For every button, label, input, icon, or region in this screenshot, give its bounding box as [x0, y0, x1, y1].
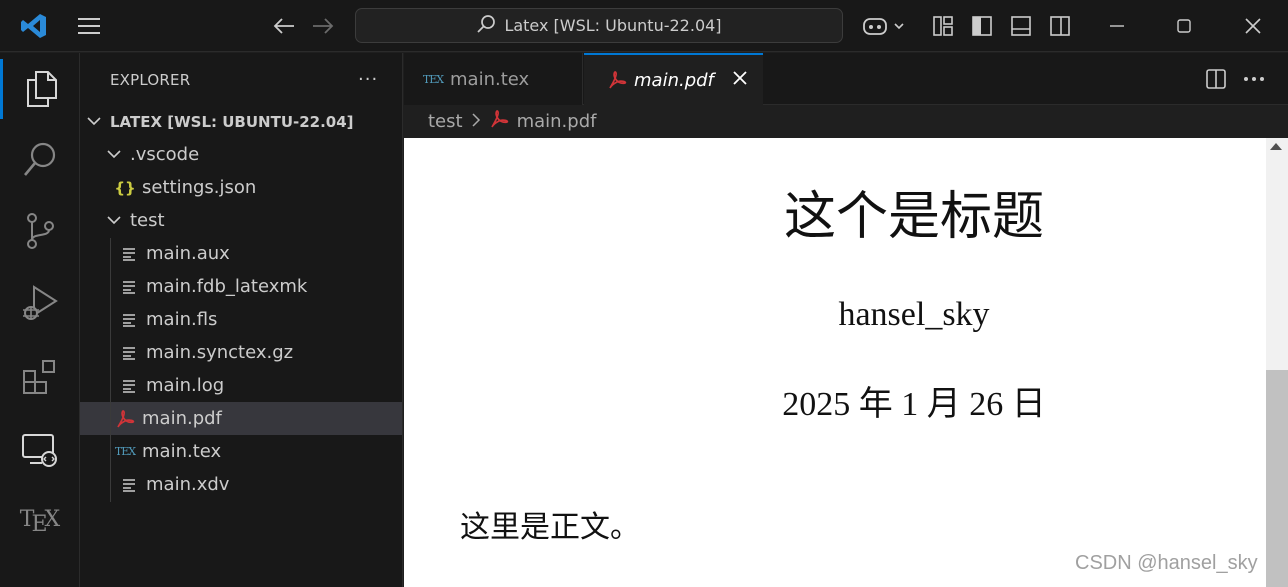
menu-icon[interactable] — [77, 14, 101, 38]
tree-file-main-log[interactable]: main.log — [80, 369, 402, 402]
tree-item-label: main.synctex.gz — [146, 342, 294, 363]
tree-folder-vscode[interactable]: .vscode — [80, 138, 402, 171]
tree-folder-test[interactable]: test — [80, 204, 402, 237]
pdf-viewer[interactable]: 这个是标题 hansel_sky 2025 年 1 月 26 日 这里是正文。 — [404, 138, 1266, 587]
title-bar: Latex [WSL: Ubuntu-22.04] — [0, 0, 1288, 52]
tree-item-label: settings.json — [142, 177, 257, 198]
explorer-icon[interactable] — [0, 59, 80, 119]
tree-item-label: .vscode — [130, 144, 200, 165]
text-file-icon — [118, 309, 140, 331]
pdf-file-icon — [606, 69, 628, 91]
pdf-file-icon — [489, 110, 509, 133]
pdf-author: hansel_sky — [838, 296, 990, 333]
tree-file-main-xdv[interactable]: main.xdv — [80, 468, 402, 501]
scroll-up-arrow-icon[interactable] — [1270, 143, 1282, 150]
tree-file-main-pdf[interactable]: main.pdf — [80, 402, 402, 435]
tree-item-label: main.aux — [146, 243, 230, 264]
tex-file-icon: TEX — [422, 72, 444, 86]
tree-item-label: main.fdb_latexmk — [146, 276, 308, 297]
tree-item-label: test — [130, 210, 165, 231]
explorer-sidebar: EXPLORER ··· LATEX [WSL: UBUNTU-22.04] .… — [80, 53, 403, 587]
close-tab-icon[interactable] — [732, 70, 748, 91]
pdf-scrollbar-thumb[interactable] — [1266, 370, 1288, 587]
tree-file-main-fls[interactable]: main.fls — [80, 303, 402, 336]
source-control-icon[interactable] — [0, 201, 80, 261]
pdf-title: 这个是标题 — [783, 187, 1044, 247]
editor-tabs-bar: TEX main.tex main.pdf — [404, 53, 1288, 105]
tree-item-label: main.pdf — [142, 408, 222, 429]
workspace-root-folder[interactable]: LATEX [WSL: UBUNTU-22.04] — [80, 105, 402, 138]
text-file-icon — [118, 375, 140, 397]
json-file-icon: {} — [114, 178, 136, 197]
breadcrumb-folder[interactable]: test — [428, 111, 463, 132]
chevron-down-icon — [106, 213, 122, 229]
chevron-down-icon — [106, 147, 122, 163]
explorer-more-actions-icon[interactable]: ··· — [358, 69, 378, 90]
watermark: CSDN @hansel_sky — [1075, 552, 1258, 574]
extensions-icon[interactable] — [0, 347, 80, 407]
search-activity-icon[interactable] — [0, 129, 80, 189]
text-file-icon — [118, 276, 140, 298]
close-window-icon[interactable] — [1239, 12, 1267, 40]
tree-file-main-fdb-latexmk[interactable]: main.fdb_latexmk — [80, 270, 402, 303]
tab-main-tex[interactable]: TEX main.tex — [404, 53, 583, 105]
tab-label: main.pdf — [634, 69, 714, 91]
run-and-debug-icon[interactable] — [0, 273, 80, 333]
search-icon — [476, 14, 496, 38]
copilot-icon[interactable] — [862, 14, 908, 38]
breadcrumb-file[interactable]: main.pdf — [517, 111, 597, 132]
tree-item-label: main.xdv — [146, 474, 230, 495]
split-editor-icon[interactable] — [1204, 67, 1228, 91]
tree-item-label: main.tex — [142, 441, 222, 462]
chevron-right-icon — [471, 111, 481, 132]
tree-file-main-aux[interactable]: main.aux — [80, 237, 402, 270]
tab-main-pdf[interactable]: main.pdf — [584, 53, 763, 105]
layout-customize-icon[interactable] — [931, 14, 955, 38]
activity-bar: TEX — [0, 53, 80, 587]
tex-activity-icon[interactable]: TEX — [0, 489, 80, 549]
tree-file-main-tex[interactable]: TEX main.tex — [80, 435, 402, 468]
toggle-primary-sidebar-icon[interactable] — [970, 14, 994, 38]
explorer-header: EXPLORER — [110, 71, 191, 89]
tree-file-main-synctex-gz[interactable]: main.synctex.gz — [80, 336, 402, 369]
more-actions-icon[interactable] — [1242, 67, 1266, 91]
pdf-body-text: 这里是正文。 — [460, 510, 640, 545]
maximize-icon[interactable] — [1170, 12, 1198, 40]
text-file-icon — [118, 243, 140, 265]
toggle-secondary-sidebar-icon[interactable] — [1048, 14, 1072, 38]
search-text: Latex [WSL: Ubuntu-22.04] — [504, 16, 722, 35]
tab-label: main.tex — [450, 68, 530, 90]
vscode-logo-icon — [20, 12, 48, 40]
pdf-file-icon — [114, 408, 136, 430]
remote-explorer-icon[interactable] — [0, 421, 80, 481]
toggle-panel-icon[interactable] — [1009, 14, 1033, 38]
text-file-icon — [118, 342, 140, 364]
command-center-search[interactable]: Latex [WSL: Ubuntu-22.04] — [355, 8, 843, 43]
chevron-down-icon — [86, 114, 102, 130]
workspace-root-label: LATEX [WSL: UBUNTU-22.04] — [110, 112, 354, 131]
tree-indent-guide — [110, 238, 111, 502]
tree-item-label: main.log — [146, 375, 225, 396]
tree-file-settings-json[interactable]: {} settings.json — [80, 171, 402, 204]
tree-item-label: main.fls — [146, 309, 218, 330]
minimize-icon[interactable] — [1103, 12, 1131, 40]
forward-arrow-icon[interactable] — [311, 14, 335, 38]
tex-file-icon: TEX — [114, 445, 136, 458]
breadcrumb: test main.pdf — [404, 105, 1288, 138]
text-file-icon — [118, 474, 140, 496]
pdf-date: 2025 年 1 月 26 日 — [782, 386, 1046, 423]
back-arrow-icon[interactable] — [272, 14, 296, 38]
